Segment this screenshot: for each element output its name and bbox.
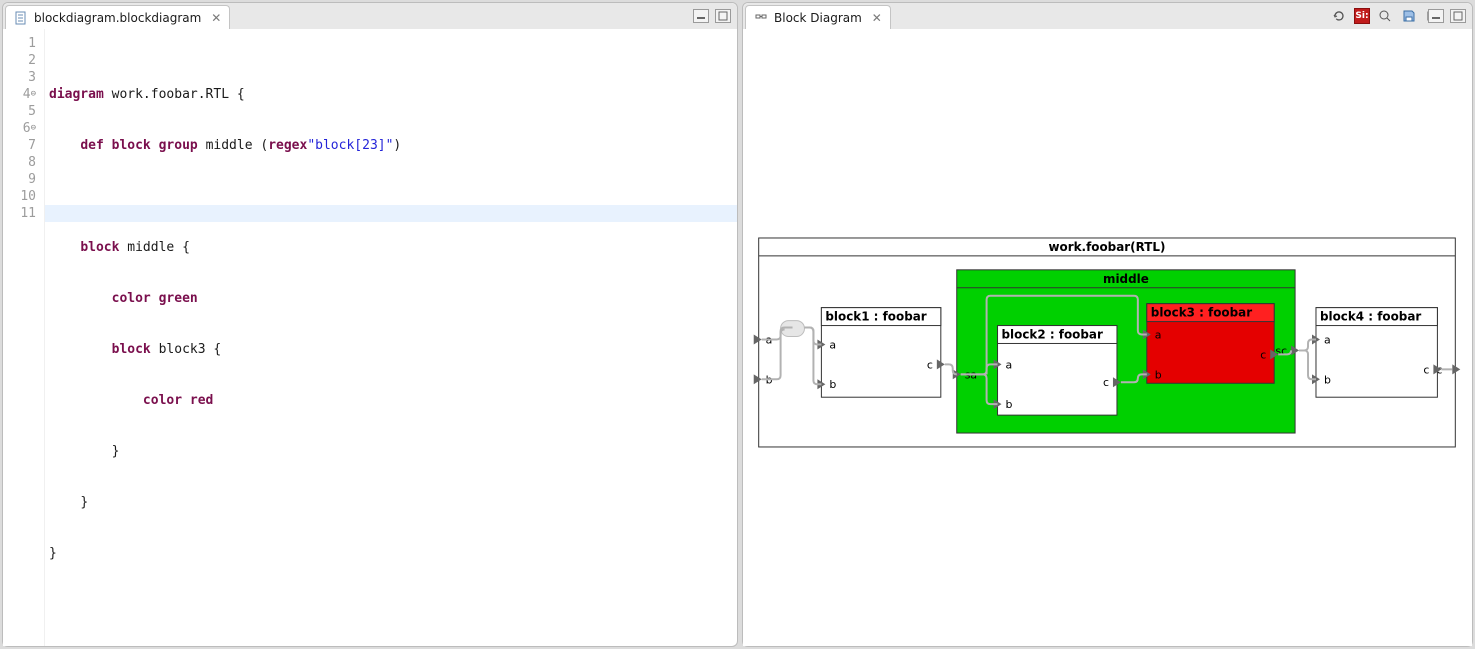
- svg-text:a: a: [829, 338, 836, 351]
- svg-text:a: a: [1324, 333, 1331, 346]
- svg-text:b: b: [1324, 373, 1331, 386]
- port-label-sc: sc: [1275, 344, 1287, 357]
- diagram-pane: Block Diagram ✕ Si:: [742, 2, 1473, 647]
- svg-text:a: a: [1005, 358, 1012, 371]
- minimize-button[interactable]: [1428, 9, 1444, 23]
- svg-text:c: c: [1423, 363, 1429, 376]
- save-icon[interactable]: [1400, 8, 1418, 24]
- block3[interactable]: block3 : foobar a b c: [1143, 304, 1278, 384]
- line-number: 3: [3, 69, 36, 86]
- zoom-icon[interactable]: [1376, 8, 1394, 24]
- line-number: 7: [3, 137, 36, 154]
- editor-body: 1 2 3 4⊖ 5 6⊖ 7 8 9 10 11 diagram work.f…: [3, 29, 737, 646]
- diagram-body[interactable]: work.foobar(RTL) a b c block1 : foobar a: [743, 29, 1472, 646]
- line-number: 10: [3, 188, 36, 205]
- maximize-button[interactable]: [1450, 9, 1466, 23]
- line-number: 5: [3, 103, 36, 120]
- svg-text:c: c: [927, 358, 933, 371]
- refresh-icon[interactable]: [1330, 8, 1348, 24]
- line-number: 6⊖: [3, 120, 36, 137]
- block1[interactable]: block1 : foobar a b c: [817, 308, 944, 398]
- block4[interactable]: block4 : foobar a b c: [1312, 308, 1441, 398]
- line-number: 11: [3, 205, 36, 222]
- line-number: 2: [3, 52, 36, 69]
- editor-tabbar: blockdiagram.blockdiagram ✕: [3, 3, 737, 29]
- editor-tab-blockdiagram[interactable]: blockdiagram.blockdiagram ✕: [5, 5, 230, 29]
- line-number: 8: [3, 154, 36, 171]
- block2[interactable]: block2 : foobar a b c: [994, 326, 1121, 416]
- editor-pane: blockdiagram.blockdiagram ✕ 1 2 3 4⊖ 5 6…: [2, 2, 738, 647]
- diagram-tabbar: Block Diagram ✕ Si:: [743, 3, 1472, 29]
- middle-group[interactable]: middle sa sc block2 : foobar a b: [953, 270, 1299, 433]
- block2-title: block2 : foobar: [1002, 327, 1103, 341]
- svg-text:b: b: [829, 378, 836, 391]
- svg-text:c: c: [1103, 376, 1109, 389]
- maximize-button[interactable]: [715, 9, 731, 23]
- editor-tab-label: blockdiagram.blockdiagram: [34, 11, 201, 25]
- svg-text:c: c: [1260, 348, 1266, 361]
- si-badge-icon[interactable]: Si:: [1354, 8, 1370, 24]
- port-out-c[interactable]: [1452, 364, 1460, 374]
- middle-group-title: middle: [1103, 272, 1149, 286]
- block-diagram-canvas[interactable]: work.foobar(RTL) a b c block1 : foobar a: [743, 29, 1472, 646]
- svg-text:a: a: [1155, 328, 1162, 341]
- diagram-icon: [754, 11, 768, 25]
- block1-title: block1 : foobar: [825, 310, 926, 324]
- line-number: 4⊖: [3, 86, 36, 103]
- line-number: 9: [3, 171, 36, 188]
- svg-text:b: b: [1155, 368, 1162, 381]
- close-icon[interactable]: ✕: [872, 11, 882, 25]
- minimize-button[interactable]: [693, 9, 709, 23]
- block3-title: block3 : foobar: [1151, 306, 1252, 320]
- close-icon[interactable]: ✕: [211, 11, 221, 25]
- svg-text:b: b: [1005, 398, 1012, 411]
- block4-title: block4 : foobar: [1320, 310, 1421, 324]
- outer-block-title: work.foobar(RTL): [1049, 240, 1166, 254]
- line-number-gutter: 1 2 3 4⊖ 5 6⊖ 7 8 9 10 11: [3, 29, 45, 646]
- code-editor[interactable]: diagram work.foobar.RTL { def block grou…: [45, 29, 737, 646]
- line-number: 1: [3, 35, 36, 52]
- diagram-toolbar: Si:: [1330, 5, 1442, 27]
- file-icon: [14, 11, 28, 25]
- diagram-tab-label: Block Diagram: [774, 11, 862, 25]
- diagram-tab[interactable]: Block Diagram ✕: [745, 5, 891, 29]
